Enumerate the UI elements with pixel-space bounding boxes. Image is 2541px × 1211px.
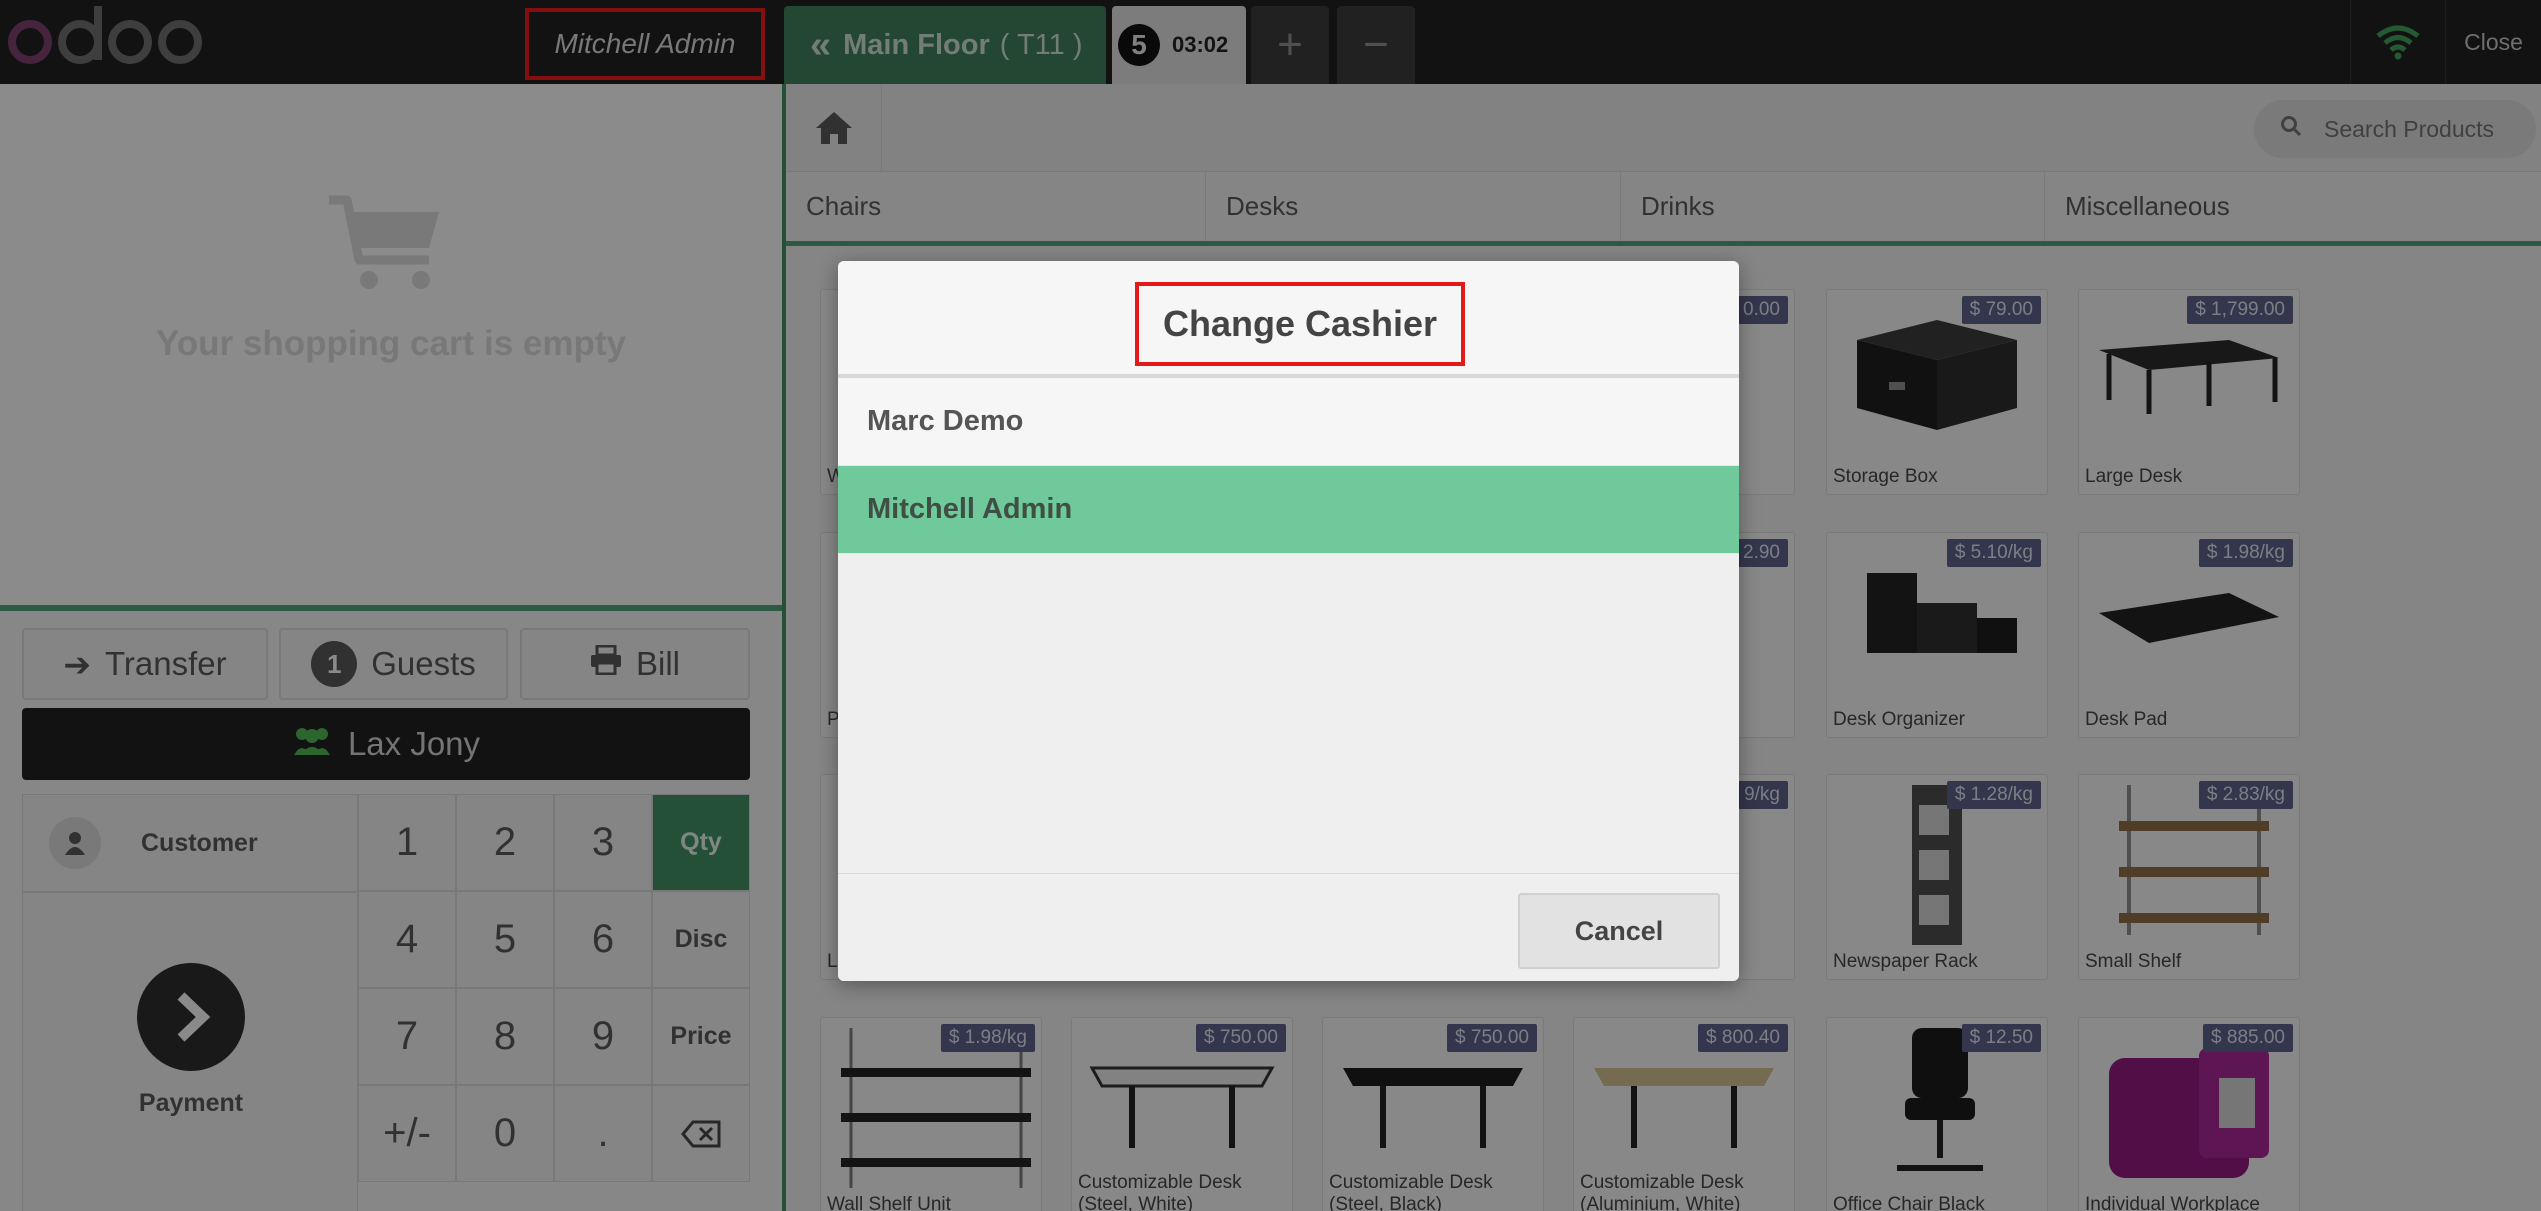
dialog-title: Change Cashier (1135, 282, 1465, 366)
cashier-option-mitchell-admin[interactable]: Mitchell Admin (838, 466, 1739, 554)
dialog-header: Change Cashier (838, 261, 1739, 378)
cashier-option-marc-demo[interactable]: Marc Demo (838, 378, 1739, 466)
cancel-button[interactable]: Cancel (1518, 893, 1720, 969)
change-cashier-dialog: Change Cashier Marc Demo Mitchell Admin … (838, 261, 1739, 981)
dialog-footer: Cancel (838, 873, 1739, 981)
